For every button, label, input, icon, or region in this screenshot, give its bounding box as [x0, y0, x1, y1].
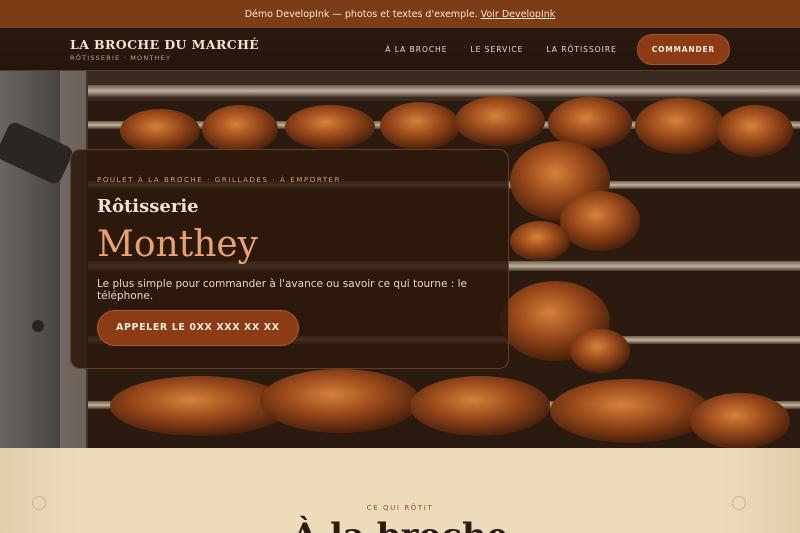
- brand-title: LA BROCHE DU MARCHÉ: [70, 37, 260, 52]
- hero-description: Le plus simple pour commander à l'avance…: [97, 278, 468, 302]
- section-eyebrow: CE QUI RÔTIT: [366, 504, 434, 512]
- call-button[interactable]: APPELER LE 0XX XXX XX XX: [97, 310, 299, 346]
- main-nav: À LA BROCHE LE SERVICE LA RÔTISSOIRE COM…: [362, 34, 730, 65]
- menu-section: CE QUI RÔTIT À la broche: [0, 448, 800, 533]
- brand-subtitle: RÔTISSERIE · MONTHEY: [70, 54, 172, 62]
- order-button[interactable]: COMMANDER: [636, 34, 730, 65]
- hero-card: POULET À LA BROCHE · GRILLADES · À EMPOR…: [70, 149, 509, 369]
- nav-link-a-la-broche[interactable]: À LA BROCHE: [385, 45, 447, 54]
- site-header: LA BROCHE DU MARCHÉ RÔTISSERIE · MONTHEY…: [0, 28, 800, 71]
- banner-text: Démo DevelopInk — photos et textes d'exe…: [244, 8, 478, 20]
- nav-link-la-rotissoire[interactable]: LA RÔTISSOIRE: [546, 45, 616, 54]
- nav-link-le-service[interactable]: LE SERVICE: [470, 45, 523, 54]
- section-heading: À la broche: [0, 516, 800, 533]
- demo-banner: Démo DevelopInk — photos et textes d'exe…: [0, 0, 800, 28]
- hero-title: Monthey: [97, 224, 259, 265]
- hero-kicker: POULET À LA BROCHE · GRILLADES · À EMPOR…: [97, 176, 342, 184]
- banner-link[interactable]: Voir DevelopInk: [481, 9, 556, 20]
- brand-logo[interactable]: LA BROCHE DU MARCHÉ RÔTISSERIE · MONTHEY: [70, 37, 259, 62]
- hero-subtitle: Rôtisserie: [97, 196, 199, 217]
- hero-section: POULET À LA BROCHE · GRILLADES · À EMPOR…: [0, 71, 800, 448]
